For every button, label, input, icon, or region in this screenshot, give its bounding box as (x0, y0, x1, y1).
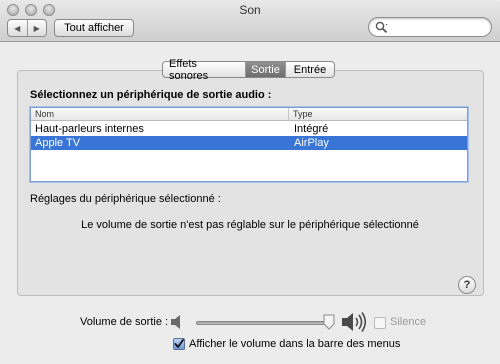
tab-bar: Effets sonores Sortie Entrée (162, 58, 335, 82)
column-header-name[interactable]: Nom (31, 108, 289, 120)
volume-slider[interactable] (196, 321, 332, 325)
speaker-low-icon (171, 315, 180, 329)
table-row[interactable]: Haut-parleurs internes Intégré (31, 122, 467, 136)
volume-not-adjustable-message: Le volume de sortie n'est pas réglable s… (81, 219, 419, 231)
show-all-button[interactable]: Tout afficher (54, 19, 134, 37)
tab-output[interactable]: Sortie (245, 62, 285, 77)
title-bar: Son ◀ ▶ Tout afficher (0, 0, 500, 42)
checkmark-icon (174, 339, 184, 348)
output-volume-label: Volume de sortie : (80, 316, 169, 328)
tab-input[interactable]: Entrée (285, 62, 334, 77)
selected-device-settings-label: Réglages du périphérique sélectionné : (30, 193, 221, 205)
help-icon: ? (463, 279, 471, 291)
output-device-heading: Sélectionnez un périphérique de sortie a… (30, 89, 272, 101)
forward-button[interactable]: ▶ (26, 20, 47, 36)
back-forward-control: ◀ ▶ (7, 19, 47, 37)
show-volume-in-menubar-checkbox[interactable] (173, 338, 185, 350)
table-header: Nom Type (31, 108, 467, 121)
search-icon (375, 21, 388, 33)
help-button[interactable]: ? (458, 276, 476, 294)
device-name: Haut-parleurs internes (35, 123, 144, 135)
back-arrow-icon: ◀ (14, 23, 21, 33)
output-device-table[interactable]: Nom Type Haut-parleurs internes Intégré … (30, 107, 468, 182)
search-input[interactable] (368, 17, 492, 37)
output-panel (17, 70, 484, 296)
table-row-selected[interactable]: Apple TV AirPlay (31, 136, 467, 150)
device-type: Intégré (294, 123, 329, 135)
forward-arrow-icon: ▶ (33, 23, 40, 33)
back-button[interactable]: ◀ (8, 20, 27, 36)
volume-slider-thumb[interactable] (323, 314, 335, 330)
speaker-high-icon (342, 312, 367, 332)
mute-checkbox[interactable] (374, 317, 386, 329)
show-volume-in-menubar-label: Afficher le volume dans la barre des men… (189, 338, 401, 350)
mute-label: Silence (390, 316, 427, 328)
tab-sound-effects[interactable]: Effets sonores (163, 58, 245, 82)
column-header-type[interactable]: Type (289, 108, 313, 120)
device-type: AirPlay (294, 137, 329, 149)
device-name: Apple TV (35, 137, 81, 149)
window-title: Son (239, 3, 261, 17)
